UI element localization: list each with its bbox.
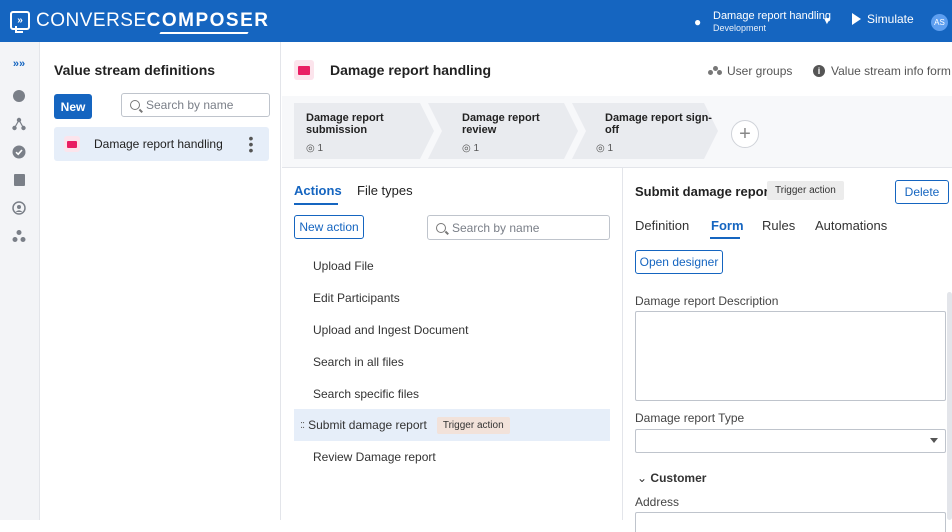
- info-icon: i: [813, 65, 825, 77]
- briefcase-icon: [294, 60, 314, 80]
- action-label: Submit damage report: [308, 418, 427, 432]
- action-item-selected[interactable]: :: Submit damage report Trigger action: [294, 409, 610, 441]
- people-icon[interactable]: [9, 226, 29, 246]
- info-form-link[interactable]: i Value stream info form: [813, 64, 951, 78]
- search-icon: [436, 222, 446, 233]
- description-textarea[interactable]: [635, 311, 946, 401]
- stage-bar: Damage report submission ◎ 1 Damage repor…: [282, 96, 952, 168]
- stage-count: ◎ 1: [596, 143, 614, 154]
- stage-card[interactable]: Damage report sign-off ◎ 1: [572, 103, 718, 159]
- stage-label: Damage report review: [462, 112, 540, 136]
- logo-underline: [159, 32, 249, 34]
- action-search-input[interactable]: Search by name: [427, 215, 610, 240]
- action-item[interactable]: Upload and Ingest Document: [294, 314, 610, 346]
- check-circle-icon[interactable]: [9, 142, 29, 162]
- environment-title: Damage report handling: [713, 10, 832, 22]
- add-stage-button[interactable]: +: [731, 120, 759, 148]
- action-item[interactable]: Upload File: [294, 250, 610, 282]
- stage-label: Damage report submission: [306, 112, 384, 136]
- detail-title: Submit damage report: [635, 184, 773, 199]
- book-icon[interactable]: [9, 170, 29, 190]
- main-header: Damage report handling User groups i Val…: [282, 42, 952, 96]
- search-placeholder: Search by name: [146, 98, 234, 112]
- expand-icon[interactable]: »»: [9, 54, 29, 74]
- simulate-button[interactable]: Simulate: [852, 12, 914, 26]
- address-input[interactable]: [635, 512, 946, 532]
- play-icon: [852, 13, 861, 25]
- environment-selector[interactable]: Damage report handling Development: [713, 10, 831, 34]
- top-bar: » CONVERSECOMPOSER ● Damage report handl…: [0, 0, 952, 42]
- environment-subtitle: Development: [713, 23, 767, 33]
- new-button[interactable]: New: [54, 94, 92, 119]
- tab-definition[interactable]: Definition: [635, 218, 689, 233]
- simulate-label: Simulate: [867, 12, 914, 26]
- chevron-down-icon: [930, 438, 938, 443]
- action-item[interactable]: Review Damage report: [294, 441, 610, 473]
- globe-icon[interactable]: [9, 86, 29, 106]
- drag-handle-icon[interactable]: ::: [300, 419, 305, 431]
- stage-card[interactable]: Damage report submission ◎ 1: [294, 103, 434, 159]
- scrollbar[interactable]: [947, 292, 952, 520]
- stage-card[interactable]: Damage report review ◎ 1: [428, 103, 578, 159]
- active-tab-indicator: [294, 203, 338, 205]
- customer-section-toggle[interactable]: ⌄ Customer: [637, 471, 706, 485]
- avatar[interactable]: AS: [931, 14, 948, 31]
- delete-button[interactable]: Delete: [895, 180, 949, 204]
- value-stream-panel: Value stream definitions New Search by n…: [40, 42, 281, 520]
- user-groups-label: User groups: [727, 64, 793, 78]
- trigger-badge: Trigger action: [436, 416, 510, 434]
- type-select[interactable]: [635, 429, 946, 453]
- support-icon[interactable]: [9, 198, 29, 218]
- chevron-down-icon: ⌄: [637, 471, 648, 485]
- field-label: Damage report Type: [635, 411, 745, 425]
- section-label: Customer: [650, 471, 707, 485]
- field-label: Address: [635, 495, 680, 509]
- logo-bold-text: COMPOSER: [146, 10, 270, 31]
- new-action-button[interactable]: New action: [294, 215, 364, 239]
- stage-label: Damage report sign-off: [605, 112, 712, 136]
- page-title: Damage report handling: [330, 62, 492, 78]
- tab-automations[interactable]: Automations: [815, 218, 887, 233]
- action-item[interactable]: Edit Participants: [294, 282, 610, 314]
- search-icon: [130, 100, 140, 110]
- logo-light-text: CONVERSE: [36, 10, 147, 31]
- briefcase-icon: [64, 136, 80, 152]
- search-input[interactable]: Search by name: [121, 93, 270, 117]
- trigger-badge: Trigger action: [767, 181, 844, 200]
- tab-actions[interactable]: Actions: [294, 183, 342, 198]
- panel-title: Value stream definitions: [54, 62, 216, 78]
- tab-file-types[interactable]: File types: [357, 183, 413, 198]
- action-detail-pane: Submit damage report Trigger action Dele…: [622, 168, 952, 532]
- list-item-label: Damage report handling: [94, 137, 223, 151]
- info-form-label: Value stream info form: [831, 64, 951, 78]
- tab-rules[interactable]: Rules: [762, 218, 795, 233]
- field-label: Damage report Description: [635, 294, 779, 308]
- people-icon: ●: [694, 15, 702, 29]
- search-placeholder: Search by name: [452, 220, 540, 235]
- user-groups-link[interactable]: User groups: [708, 64, 792, 78]
- logo-icon: »: [10, 11, 30, 33]
- user-groups-icon: [708, 66, 722, 76]
- logo-mark-glyph: »: [17, 15, 23, 26]
- workflow-icon[interactable]: [9, 114, 29, 134]
- open-designer-button[interactable]: Open designer: [635, 250, 723, 274]
- icon-rail: »»: [0, 42, 40, 520]
- action-item[interactable]: Search specific files: [294, 378, 610, 410]
- stage-count: ◎ 1: [306, 143, 324, 154]
- tab-form[interactable]: Form: [711, 218, 744, 233]
- active-tab-indicator: [710, 237, 740, 239]
- stage-count: ◎ 1: [462, 143, 480, 154]
- action-item[interactable]: Search in all files: [294, 346, 610, 378]
- app-logo: CONVERSECOMPOSER: [36, 10, 270, 32]
- list-item[interactable]: Damage report handling • • •: [54, 127, 269, 161]
- chevron-down-icon[interactable]: ▼: [822, 16, 832, 27]
- more-options-icon[interactable]: • • •: [246, 131, 256, 157]
